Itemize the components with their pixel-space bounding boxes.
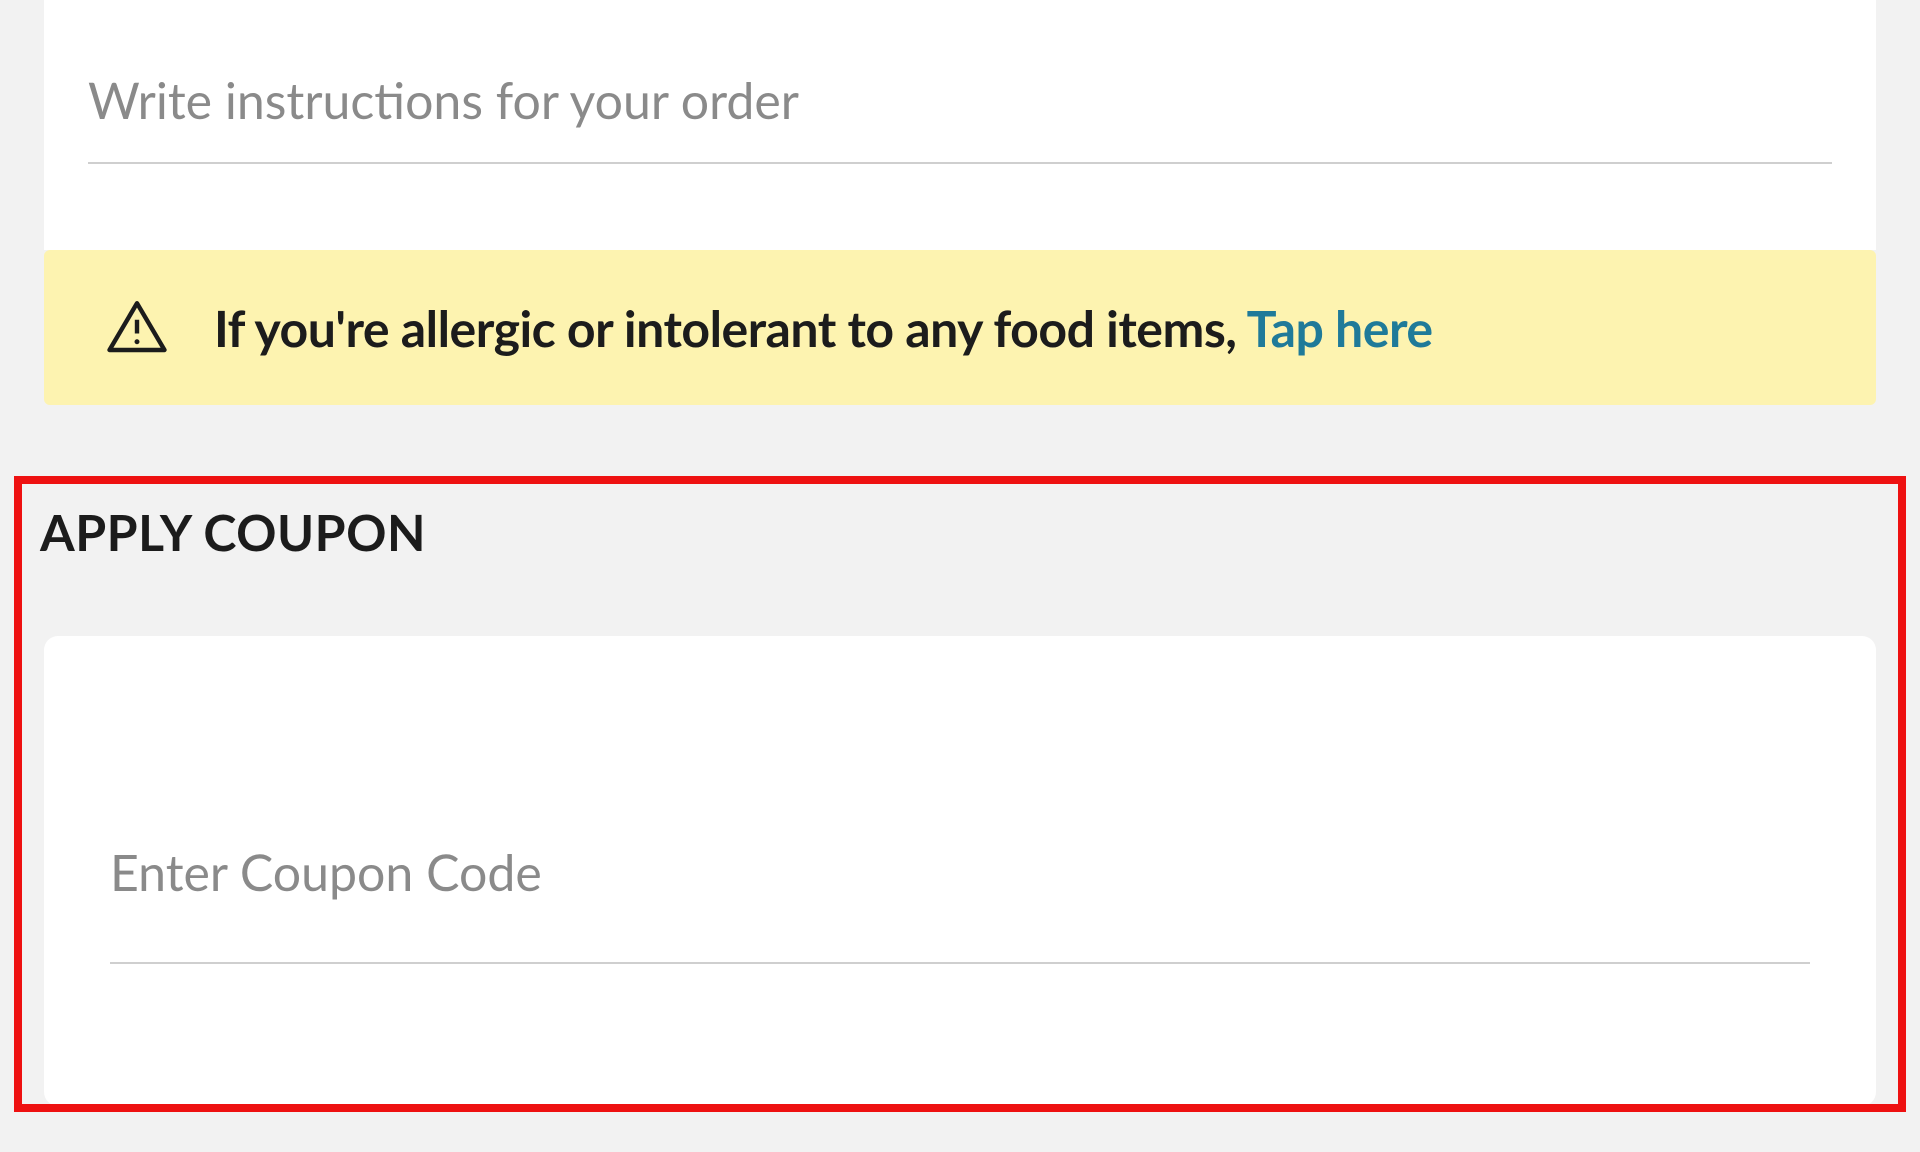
warning-triangle-icon xyxy=(104,295,170,361)
apply-coupon-heading: APPLY COUPON xyxy=(40,502,426,562)
allergy-message: If you're allergic or intolerant to any … xyxy=(214,298,1247,358)
coupon-input-wrap xyxy=(110,830,1810,964)
order-instructions-input[interactable] xyxy=(88,58,1832,164)
allergy-text: If you're allergic or intolerant to any … xyxy=(214,298,1433,358)
coupon-code-input[interactable] xyxy=(110,830,1810,964)
instructions-input-wrap xyxy=(88,58,1832,188)
allergy-banner[interactable]: If you're allergic or intolerant to any … xyxy=(44,250,1876,405)
allergy-tap-here-link[interactable]: Tap here xyxy=(1247,298,1433,358)
checkout-screen-fragment: If you're allergic or intolerant to any … xyxy=(0,0,1920,1152)
coupon-card xyxy=(44,636,1876,1106)
instructions-card xyxy=(44,0,1876,250)
